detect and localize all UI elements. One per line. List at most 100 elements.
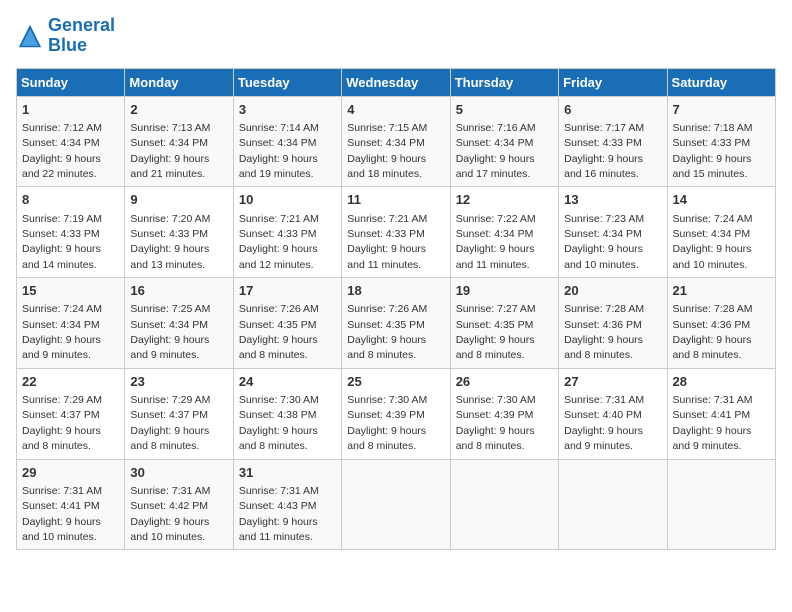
weekday-header-row: SundayMondayTuesdayWednesdayThursdayFrid… [17,68,776,96]
calendar-cell: 24 Sunrise: 7:30 AMSunset: 4:38 PMDaylig… [233,368,341,459]
day-number: 7 [673,101,770,119]
calendar-cell: 17 Sunrise: 7:26 AMSunset: 4:35 PMDaylig… [233,278,341,369]
day-detail: Sunrise: 7:30 AMSunset: 4:39 PMDaylight:… [456,394,536,452]
day-number: 3 [239,101,336,119]
calendar-cell [559,459,667,550]
day-detail: Sunrise: 7:22 AMSunset: 4:34 PMDaylight:… [456,213,536,271]
day-number: 23 [130,373,227,391]
day-detail: Sunrise: 7:27 AMSunset: 4:35 PMDaylight:… [456,303,536,361]
day-detail: Sunrise: 7:29 AMSunset: 4:37 PMDaylight:… [130,394,210,452]
calendar-week-row: 8 Sunrise: 7:19 AMSunset: 4:33 PMDayligh… [17,187,776,278]
calendar-cell: 23 Sunrise: 7:29 AMSunset: 4:37 PMDaylig… [125,368,233,459]
day-number: 9 [130,191,227,209]
day-detail: Sunrise: 7:14 AMSunset: 4:34 PMDaylight:… [239,122,319,180]
day-detail: Sunrise: 7:26 AMSunset: 4:35 PMDaylight:… [347,303,427,361]
calendar-cell: 14 Sunrise: 7:24 AMSunset: 4:34 PMDaylig… [667,187,775,278]
calendar-cell: 12 Sunrise: 7:22 AMSunset: 4:34 PMDaylig… [450,187,558,278]
day-detail: Sunrise: 7:25 AMSunset: 4:34 PMDaylight:… [130,303,210,361]
day-detail: Sunrise: 7:18 AMSunset: 4:33 PMDaylight:… [673,122,753,180]
day-number: 28 [673,373,770,391]
day-number: 2 [130,101,227,119]
weekday-header: Friday [559,68,667,96]
day-detail: Sunrise: 7:24 AMSunset: 4:34 PMDaylight:… [22,303,102,361]
calendar-week-row: 15 Sunrise: 7:24 AMSunset: 4:34 PMDaylig… [17,278,776,369]
calendar-cell: 9 Sunrise: 7:20 AMSunset: 4:33 PMDayligh… [125,187,233,278]
calendar-cell: 27 Sunrise: 7:31 AMSunset: 4:40 PMDaylig… [559,368,667,459]
day-number: 11 [347,191,444,209]
day-number: 13 [564,191,661,209]
day-number: 20 [564,282,661,300]
logo-icon [16,22,44,50]
calendar-cell: 26 Sunrise: 7:30 AMSunset: 4:39 PMDaylig… [450,368,558,459]
calendar-cell: 19 Sunrise: 7:27 AMSunset: 4:35 PMDaylig… [450,278,558,369]
calendar-cell: 22 Sunrise: 7:29 AMSunset: 4:37 PMDaylig… [17,368,125,459]
day-number: 26 [456,373,553,391]
calendar-cell: 6 Sunrise: 7:17 AMSunset: 4:33 PMDayligh… [559,96,667,187]
calendar-cell: 21 Sunrise: 7:28 AMSunset: 4:36 PMDaylig… [667,278,775,369]
calendar-week-row: 22 Sunrise: 7:29 AMSunset: 4:37 PMDaylig… [17,368,776,459]
calendar-cell: 30 Sunrise: 7:31 AMSunset: 4:42 PMDaylig… [125,459,233,550]
day-detail: Sunrise: 7:21 AMSunset: 4:33 PMDaylight:… [239,213,319,271]
calendar-cell: 28 Sunrise: 7:31 AMSunset: 4:41 PMDaylig… [667,368,775,459]
weekday-header: Monday [125,68,233,96]
calendar-cell [450,459,558,550]
calendar-cell: 5 Sunrise: 7:16 AMSunset: 4:34 PMDayligh… [450,96,558,187]
day-detail: Sunrise: 7:30 AMSunset: 4:38 PMDaylight:… [239,394,319,452]
day-detail: Sunrise: 7:29 AMSunset: 4:37 PMDaylight:… [22,394,102,452]
calendar-cell: 15 Sunrise: 7:24 AMSunset: 4:34 PMDaylig… [17,278,125,369]
day-number: 10 [239,191,336,209]
day-number: 25 [347,373,444,391]
day-number: 4 [347,101,444,119]
day-number: 1 [22,101,119,119]
calendar-cell [342,459,450,550]
calendar-cell: 31 Sunrise: 7:31 AMSunset: 4:43 PMDaylig… [233,459,341,550]
day-detail: Sunrise: 7:31 AMSunset: 4:43 PMDaylight:… [239,485,319,543]
day-detail: Sunrise: 7:15 AMSunset: 4:34 PMDaylight:… [347,122,427,180]
day-detail: Sunrise: 7:31 AMSunset: 4:42 PMDaylight:… [130,485,210,543]
calendar-cell: 18 Sunrise: 7:26 AMSunset: 4:35 PMDaylig… [342,278,450,369]
day-detail: Sunrise: 7:13 AMSunset: 4:34 PMDaylight:… [130,122,210,180]
weekday-header: Saturday [667,68,775,96]
day-number: 19 [456,282,553,300]
calendar-week-row: 29 Sunrise: 7:31 AMSunset: 4:41 PMDaylig… [17,459,776,550]
day-number: 30 [130,464,227,482]
day-detail: Sunrise: 7:30 AMSunset: 4:39 PMDaylight:… [347,394,427,452]
calendar-cell: 16 Sunrise: 7:25 AMSunset: 4:34 PMDaylig… [125,278,233,369]
calendar-cell: 10 Sunrise: 7:21 AMSunset: 4:33 PMDaylig… [233,187,341,278]
day-detail: Sunrise: 7:26 AMSunset: 4:35 PMDaylight:… [239,303,319,361]
day-number: 17 [239,282,336,300]
day-detail: Sunrise: 7:16 AMSunset: 4:34 PMDaylight:… [456,122,536,180]
day-number: 29 [22,464,119,482]
day-detail: Sunrise: 7:12 AMSunset: 4:34 PMDaylight:… [22,122,102,180]
calendar-cell: 7 Sunrise: 7:18 AMSunset: 4:33 PMDayligh… [667,96,775,187]
day-detail: Sunrise: 7:20 AMSunset: 4:33 PMDaylight:… [130,213,210,271]
day-number: 16 [130,282,227,300]
calendar-cell: 8 Sunrise: 7:19 AMSunset: 4:33 PMDayligh… [17,187,125,278]
calendar-cell: 29 Sunrise: 7:31 AMSunset: 4:41 PMDaylig… [17,459,125,550]
day-detail: Sunrise: 7:28 AMSunset: 4:36 PMDaylight:… [673,303,753,361]
day-detail: Sunrise: 7:17 AMSunset: 4:33 PMDaylight:… [564,122,644,180]
weekday-header: Tuesday [233,68,341,96]
day-number: 22 [22,373,119,391]
day-detail: Sunrise: 7:31 AMSunset: 4:41 PMDaylight:… [22,485,102,543]
day-detail: Sunrise: 7:21 AMSunset: 4:33 PMDaylight:… [347,213,427,271]
calendar-cell: 2 Sunrise: 7:13 AMSunset: 4:34 PMDayligh… [125,96,233,187]
calendar-cell: 25 Sunrise: 7:30 AMSunset: 4:39 PMDaylig… [342,368,450,459]
calendar-cell: 3 Sunrise: 7:14 AMSunset: 4:34 PMDayligh… [233,96,341,187]
day-detail: Sunrise: 7:23 AMSunset: 4:34 PMDaylight:… [564,213,644,271]
day-number: 14 [673,191,770,209]
day-number: 15 [22,282,119,300]
header: General Blue [16,16,776,56]
day-detail: Sunrise: 7:19 AMSunset: 4:33 PMDaylight:… [22,213,102,271]
weekday-header: Sunday [17,68,125,96]
day-number: 5 [456,101,553,119]
day-number: 8 [22,191,119,209]
logo-text: General Blue [48,16,115,56]
calendar-cell: 4 Sunrise: 7:15 AMSunset: 4:34 PMDayligh… [342,96,450,187]
day-number: 6 [564,101,661,119]
weekday-header: Thursday [450,68,558,96]
calendar-cell: 11 Sunrise: 7:21 AMSunset: 4:33 PMDaylig… [342,187,450,278]
calendar-cell [667,459,775,550]
day-number: 21 [673,282,770,300]
day-detail: Sunrise: 7:31 AMSunset: 4:41 PMDaylight:… [673,394,753,452]
